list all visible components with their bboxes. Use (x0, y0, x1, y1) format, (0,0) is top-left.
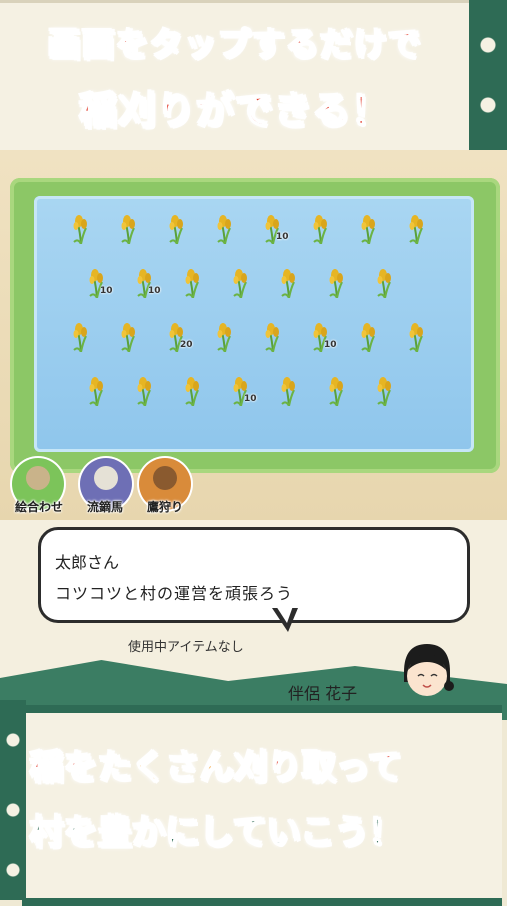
rice-plant-icon (137, 377, 151, 406)
rice-plant-icon (169, 215, 183, 244)
rice-plant-icon (377, 269, 391, 298)
rice-plant-icon (233, 269, 247, 298)
speech-bubble-tail-fill (276, 606, 293, 623)
rice-yield-badge: 10 (276, 232, 289, 242)
archer-icon (94, 466, 118, 490)
banner-bottom-line-1: 稲をたくさん刈り取って (29, 740, 403, 789)
rice-plant[interactable] (368, 262, 402, 300)
rice-plant[interactable] (256, 316, 290, 354)
farmer-icon (26, 466, 50, 490)
rice-plant-icon (281, 377, 295, 406)
item-label-matching: 絵合わせ (14, 500, 63, 514)
rice-plant[interactable] (80, 370, 114, 408)
spouse-portrait-icon (404, 644, 454, 696)
rice-plant-icon (73, 215, 87, 244)
item-label-falconry: 鷹狩り (146, 500, 183, 514)
dialog-message: コツコツと村の運営を頑張ろう (55, 584, 294, 603)
rice-plant[interactable] (352, 208, 386, 246)
rice-plant[interactable] (128, 370, 162, 408)
rice-plant[interactable] (368, 370, 402, 408)
banner-bottom-line-2: 村を豊かにしていこう！ (29, 812, 404, 854)
rice-plant[interactable] (352, 316, 386, 354)
rice-plant-icon (265, 323, 279, 352)
rice-plant-icon (361, 215, 375, 244)
rice-plant-icon (329, 377, 343, 406)
rice-plant-icon (409, 323, 423, 352)
rice-plant[interactable] (176, 262, 210, 300)
rice-plant-icon (217, 323, 231, 352)
speech-bubble (38, 527, 470, 623)
rice-plant[interactable]: 20 (160, 316, 194, 354)
rice-plant[interactable]: 10 (224, 370, 258, 408)
rice-plant-icon (329, 269, 343, 298)
banner-top-line-2: 稲刈りができる！ (78, 88, 391, 134)
rice-plant-icon (281, 269, 295, 298)
character-name: 伴侶 花子 (288, 684, 358, 703)
rice-plant-icon (73, 323, 87, 352)
speaker-name: 太郎さん (55, 553, 120, 572)
banner-bottom-text-c: 刈り取って (233, 747, 403, 789)
hawk-icon (153, 466, 177, 490)
rice-plant-icon (121, 215, 135, 244)
rice-plant[interactable] (400, 208, 434, 246)
rice-yield-badge: 10 (324, 340, 337, 350)
rice-plant[interactable] (112, 316, 146, 354)
rice-plant[interactable]: 10 (256, 208, 290, 246)
rice-plant[interactable] (208, 316, 242, 354)
rice-plant[interactable] (320, 262, 354, 300)
rice-yield-badge: 10 (148, 286, 161, 296)
rice-plant[interactable] (320, 370, 354, 408)
rice-plant[interactable]: 10 (80, 262, 114, 300)
rice-plant-icon (185, 377, 199, 406)
rice-plant[interactable] (272, 262, 306, 300)
item-label-archery: 流鏑馬 (86, 500, 123, 514)
rice-plant[interactable]: 10 (304, 316, 338, 354)
scroll-ornament-right (469, 0, 507, 150)
item-status: 使用中アイテムなし (128, 640, 244, 655)
scroll-ornament-left (0, 700, 26, 900)
rice-plant[interactable] (112, 208, 146, 246)
rice-plant-icon (185, 269, 199, 298)
rice-plant-icon (121, 323, 135, 352)
rice-plant[interactable] (400, 316, 434, 354)
rice-plant-icon (89, 377, 103, 406)
rice-plant-icon (217, 215, 231, 244)
banner-bottom-highlight: たくさん (97, 747, 235, 789)
rice-plant[interactable]: 10 (128, 262, 162, 300)
rice-plant-icon (361, 323, 375, 352)
rice-plant[interactable] (224, 262, 258, 300)
rice-plant[interactable] (272, 370, 306, 408)
rice-yield-badge: 10 (100, 286, 113, 296)
rice-plant[interactable] (160, 208, 194, 246)
rice-yield-badge: 10 (244, 394, 257, 404)
banner-bottom-text-a: 稲を (29, 747, 99, 789)
rice-plant-icon (377, 377, 391, 406)
rice-plant-icon (409, 215, 423, 244)
rice-plant[interactable] (176, 370, 210, 408)
rice-plant[interactable] (64, 208, 98, 246)
rice-plant[interactable] (304, 208, 338, 246)
banner-top-line-1: 画面をタップするだけで (47, 24, 422, 65)
rice-plant-icon (313, 215, 327, 244)
rice-plant[interactable] (208, 208, 242, 246)
rice-plant[interactable] (64, 316, 98, 354)
rice-yield-badge: 20 (180, 340, 193, 350)
